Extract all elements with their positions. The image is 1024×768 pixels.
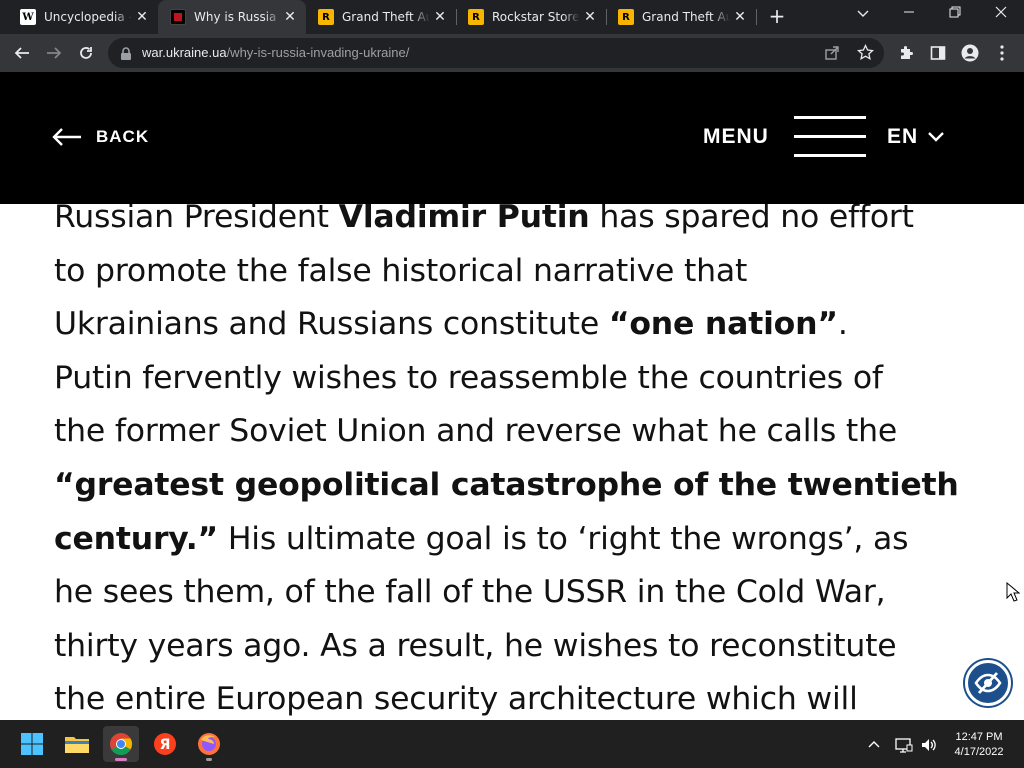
article-text-run: Putin fervently wishes to reassemble the… bbox=[54, 359, 883, 396]
new-tab-button[interactable]: + bbox=[765, 5, 789, 29]
tab-title: Grand Theft Aut bbox=[342, 10, 430, 24]
windows-start-icon[interactable] bbox=[14, 726, 50, 762]
url-path: /why-is-russia-invading-ukraine/ bbox=[226, 45, 410, 60]
profile-avatar-icon[interactable] bbox=[956, 39, 984, 67]
minimize-button[interactable] bbox=[886, 0, 932, 30]
article-bold-text: “greatest geopolitical catastrophe of th… bbox=[54, 466, 959, 503]
hamburger-menu-icon[interactable] bbox=[794, 116, 866, 158]
clock-time: 12:47 PM bbox=[955, 731, 1003, 743]
close-tab-icon[interactable]: ✕ bbox=[282, 9, 298, 25]
svg-text:Я: Я bbox=[160, 737, 171, 753]
clock-date: 4/17/2022 bbox=[954, 746, 1004, 758]
close-tab-icon[interactable]: ✕ bbox=[134, 9, 150, 25]
article-text: Russian President Vladimir Putin has spa… bbox=[54, 204, 969, 720]
lock-icon[interactable] bbox=[120, 46, 132, 65]
article-bold-text: Vladimir Putin bbox=[338, 204, 590, 235]
site-header: BACK MENU EN bbox=[0, 72, 1024, 204]
more-menu-icon[interactable] bbox=[988, 39, 1016, 67]
article-line: Russian President Vladimir Putin has spa… bbox=[54, 204, 969, 245]
tab-title: Why is Russia in bbox=[194, 10, 282, 24]
rockstar-icon: R bbox=[468, 9, 484, 25]
article-line: “greatest geopolitical catastrophe of th… bbox=[54, 459, 969, 513]
file-explorer-icon[interactable] bbox=[59, 726, 95, 762]
article-text-run: the entire European security architectur… bbox=[54, 681, 858, 718]
article-line: thirty years ago. As a result, he wishes… bbox=[54, 620, 969, 674]
browser-tab[interactable]: R Grand Theft Aut ✕ bbox=[306, 0, 456, 34]
share-icon[interactable] bbox=[824, 45, 840, 65]
ukraine-site-icon bbox=[170, 9, 186, 25]
language-label: EN bbox=[887, 125, 919, 148]
article-line: he sees them, of the fall of the USSR in… bbox=[54, 566, 969, 620]
restore-button[interactable] bbox=[932, 0, 978, 30]
browser-tab-strip: W Uncyclopedia - W ✕ Why is Russia in ✕ … bbox=[0, 0, 1024, 34]
address-bar[interactable]: war.ukraine.ua/why-is-russia-invading-uk… bbox=[108, 38, 884, 68]
article-bold-text: century.” bbox=[54, 520, 218, 557]
rockstar-icon: R bbox=[318, 9, 334, 25]
article-line: Ukrainians and Russians constitute “one … bbox=[54, 298, 969, 352]
network-icon[interactable] bbox=[895, 737, 913, 757]
running-app-indicator bbox=[206, 758, 212, 761]
browser-tab-active[interactable]: Why is Russia in ✕ bbox=[158, 0, 306, 34]
wikipedia-icon: W bbox=[20, 9, 36, 25]
browser-tab[interactable]: R Grand Theft Aut ✕ bbox=[606, 0, 756, 34]
chrome-taskbar-icon[interactable] bbox=[103, 726, 139, 762]
side-panel-icon[interactable] bbox=[924, 39, 952, 67]
back-arrow-icon[interactable] bbox=[8, 39, 36, 67]
taskbar-clock[interactable]: 12:47 PM 4/17/2022 bbox=[946, 730, 1012, 760]
article-text-run: Russian President bbox=[54, 204, 339, 235]
tab-title: Uncyclopedia - W bbox=[44, 10, 132, 24]
article-line: Putin fervently wishes to reassemble the… bbox=[54, 352, 969, 406]
close-tab-icon[interactable]: ✕ bbox=[582, 9, 598, 25]
mouse-cursor-icon bbox=[1006, 581, 1021, 606]
article-text-run: the former Soviet Union and reverse what… bbox=[54, 413, 898, 450]
tab-title: Rockstar Store | bbox=[492, 10, 580, 24]
browser-tab[interactable]: W Uncyclopedia - W ✕ bbox=[8, 0, 158, 34]
tab-search-chevron-icon[interactable] bbox=[840, 0, 886, 30]
article-text-run: His ultimate goal is to ‘right the wrong… bbox=[218, 520, 909, 557]
article-text-run: thirty years ago. As a result, he wishes… bbox=[54, 627, 897, 664]
article-line: century.” His ultimate goal is to ‘right… bbox=[54, 513, 969, 567]
url-text[interactable]: war.ukraine.ua/why-is-russia-invading-uk… bbox=[142, 45, 409, 60]
url-host: war.ukraine.ua bbox=[142, 45, 227, 60]
close-tab-icon[interactable]: ✕ bbox=[432, 9, 448, 25]
article-text-run: . bbox=[837, 306, 848, 343]
menu-label[interactable]: MENU bbox=[703, 125, 769, 149]
close-window-button[interactable] bbox=[978, 0, 1024, 30]
article-bold-text: “one nation” bbox=[608, 306, 838, 343]
eye-slash-icon bbox=[974, 672, 1002, 694]
article-text-run: he sees them, of the fall of the USSR in… bbox=[54, 574, 886, 611]
left-arrow-icon bbox=[52, 128, 81, 146]
back-label: BACK bbox=[96, 127, 150, 146]
bookmark-star-icon[interactable] bbox=[857, 43, 874, 65]
chevron-down-icon bbox=[928, 132, 945, 142]
back-link[interactable]: BACK bbox=[52, 127, 149, 147]
article-line: to promote the false historical narrativ… bbox=[54, 245, 969, 299]
browser-toolbar: war.ukraine.ua/why-is-russia-invading-uk… bbox=[0, 34, 1024, 72]
extensions-puzzle-icon[interactable] bbox=[892, 39, 920, 67]
article-text-run: has spared no effort bbox=[589, 204, 914, 235]
article-text-run: Ukrainians and Russians constitute bbox=[54, 306, 609, 343]
accessibility-visibility-button[interactable] bbox=[965, 660, 1011, 706]
article-line: the former Soviet Union and reverse what… bbox=[54, 405, 969, 459]
rockstar-icon: R bbox=[618, 9, 634, 25]
close-tab-icon[interactable]: ✕ bbox=[732, 9, 748, 25]
language-selector[interactable]: EN bbox=[887, 125, 945, 149]
reload-icon[interactable] bbox=[72, 39, 100, 67]
forward-arrow-icon[interactable] bbox=[40, 39, 68, 67]
tab-title: Grand Theft Aut bbox=[642, 10, 730, 24]
page-content: Russian President Vladimir Putin has spa… bbox=[0, 204, 1024, 720]
tab-separator bbox=[756, 9, 757, 25]
active-app-indicator bbox=[115, 758, 127, 761]
browser-tab[interactable]: R Rockstar Store | ✕ bbox=[456, 0, 606, 34]
firefox-icon[interactable] bbox=[191, 726, 227, 762]
article-line: the entire European security architectur… bbox=[54, 673, 969, 720]
article-text-run: to promote the false historical narrativ… bbox=[54, 252, 748, 289]
show-hidden-icons-chevron[interactable] bbox=[868, 737, 880, 752]
volume-icon[interactable] bbox=[920, 737, 938, 757]
yandex-browser-icon[interactable]: Я bbox=[147, 726, 183, 762]
